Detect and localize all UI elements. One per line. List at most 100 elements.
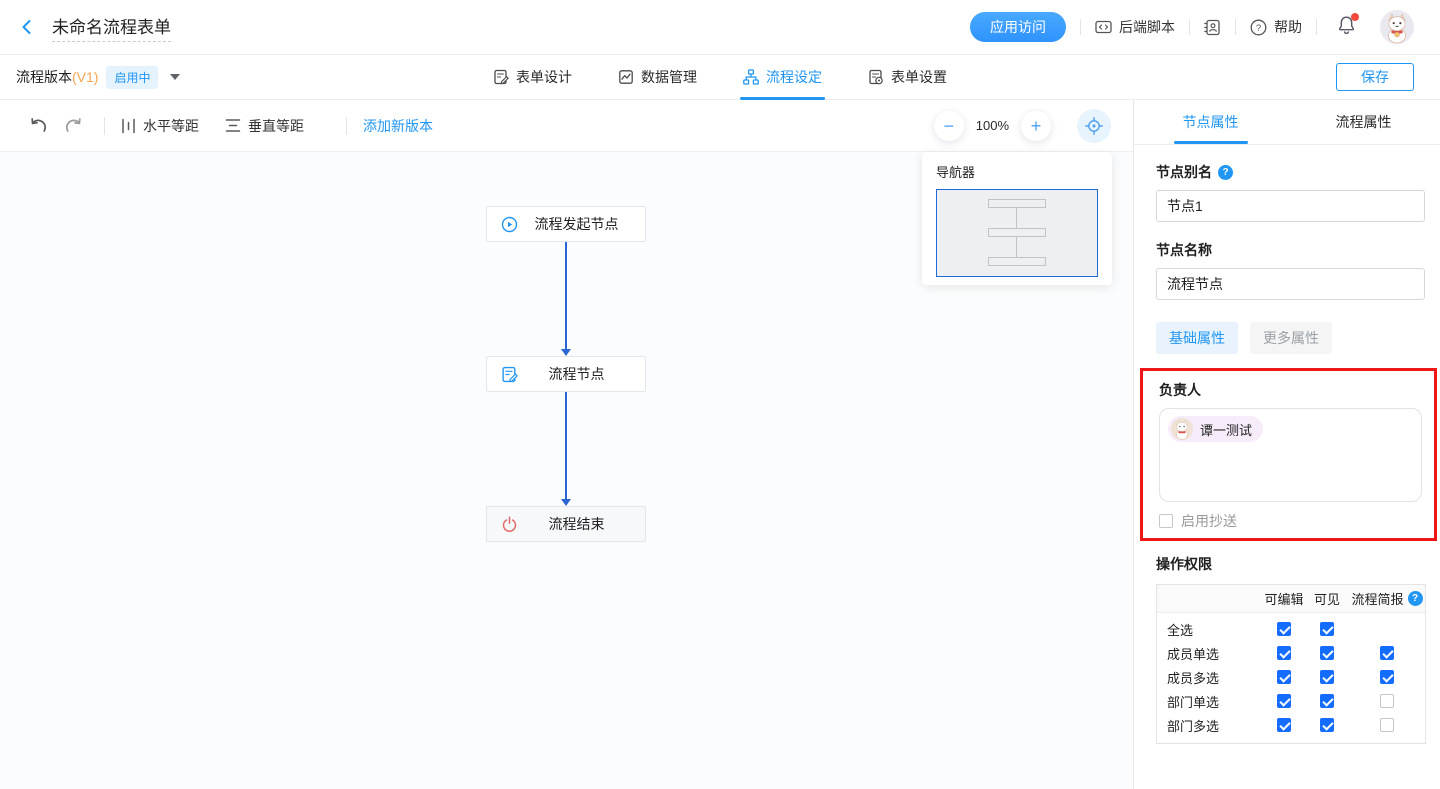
backend-script-button[interactable]: 后端脚本	[1095, 17, 1175, 37]
add-new-version-button[interactable]: 添加新版本	[363, 116, 433, 136]
permission-checkbox[interactable]	[1320, 670, 1334, 684]
permission-row: 部门多选	[1157, 713, 1425, 737]
help-icon: ?	[1250, 19, 1267, 36]
column-editable: 可编辑	[1261, 589, 1307, 608]
node-name-label: 节点名称	[1156, 240, 1425, 260]
node-flow-end[interactable]: 流程结束	[486, 506, 646, 542]
undo-button[interactable]	[24, 115, 52, 136]
back-icon[interactable]	[18, 18, 36, 36]
permission-checkbox[interactable]	[1380, 694, 1394, 708]
node-alias-label: 节点别名 ?	[1156, 162, 1425, 182]
node-label: 流程节点	[518, 364, 645, 384]
vertical-spacing-icon	[225, 118, 241, 133]
member-chip[interactable]: 谭一测试	[1168, 416, 1263, 442]
save-button[interactable]: 保存	[1336, 63, 1414, 91]
permission-checkbox[interactable]	[1320, 718, 1334, 732]
address-book-icon	[1204, 19, 1221, 36]
version-label: 流程版本(V1)	[16, 67, 98, 87]
permission-checkbox[interactable]	[1277, 694, 1291, 708]
permission-table-header: 可编辑 可见 流程简报 ?	[1157, 585, 1425, 613]
flow-report-help-icon[interactable]: ?	[1408, 591, 1423, 606]
permission-checkbox[interactable]	[1380, 718, 1394, 732]
redo-button[interactable]	[60, 115, 88, 136]
top-bar: 未命名流程表单 应用访问 后端脚本 ? 帮助	[0, 0, 1440, 55]
vertical-spacing-button[interactable]: 垂直等距	[225, 116, 304, 136]
owner-members-box[interactable]: 谭一测试	[1159, 408, 1422, 502]
app-access-button[interactable]: 应用访问	[970, 12, 1066, 42]
permission-checkbox[interactable]	[1320, 646, 1334, 660]
permission-table-body: 全选成员单选成员多选部门单选部门多选	[1157, 613, 1425, 743]
main-tabs: 表单设计 数据管理 流程设定 表单设置	[470, 55, 970, 100]
flow-connector-arrow	[565, 242, 567, 349]
permission-checkbox[interactable]	[1277, 646, 1291, 660]
permission-checkbox[interactable]	[1277, 718, 1291, 732]
tab-form-design[interactable]: 表单设计	[493, 55, 572, 100]
enable-cc-checkbox-row[interactable]: 启用抄送	[1159, 511, 1422, 531]
permission-row: 全选	[1157, 617, 1425, 641]
play-icon	[501, 216, 518, 233]
more-properties-button[interactable]: 更多属性	[1250, 322, 1332, 354]
node-name-input[interactable]	[1156, 268, 1425, 300]
divider	[1080, 19, 1081, 35]
navigator-panel: 导航器	[922, 152, 1112, 285]
data-chart-icon	[618, 69, 634, 85]
zoom-in-button[interactable]: +	[1021, 111, 1051, 141]
divider	[104, 117, 105, 135]
tab-node-properties[interactable]: 节点属性	[1134, 100, 1287, 144]
permission-checkbox[interactable]	[1380, 646, 1394, 660]
minimap-node	[988, 199, 1046, 208]
enable-cc-checkbox[interactable]	[1159, 514, 1173, 528]
divider	[346, 117, 347, 135]
user-avatar[interactable]	[1380, 10, 1414, 44]
address-book-button[interactable]	[1204, 19, 1221, 36]
zoom-level: 100%	[976, 118, 1009, 133]
horizontal-spacing-icon	[121, 118, 136, 134]
zoom-out-button[interactable]: −	[934, 111, 964, 141]
annotation-red-box: 负责人 谭一测试 启用抄送	[1140, 368, 1437, 541]
help-button[interactable]: ? 帮助	[1250, 17, 1302, 37]
notification-dot	[1351, 13, 1359, 21]
svg-text:?: ?	[1256, 22, 1261, 33]
page-title[interactable]: 未命名流程表单	[52, 13, 171, 42]
version-dropdown-caret[interactable]	[170, 74, 180, 80]
permission-checkbox[interactable]	[1277, 622, 1291, 636]
canvas-toolbar: 水平等距 垂直等距 添加新版本 − 100% +	[0, 100, 1133, 152]
tab-data-management[interactable]: 数据管理	[618, 55, 697, 100]
permission-row-label: 部门多选	[1157, 716, 1261, 735]
permission-row-label: 部门单选	[1157, 692, 1261, 711]
minimap-connector	[1016, 208, 1017, 228]
navigator-title: 导航器	[936, 162, 1098, 181]
node-label: 流程结束	[518, 514, 645, 534]
minimap-node	[988, 228, 1046, 237]
notification-bell-button[interactable]	[1337, 15, 1356, 40]
alias-help-icon[interactable]: ?	[1218, 165, 1233, 180]
node-label: 流程发起节点	[518, 214, 645, 234]
version-tabs-bar: 流程版本(V1) 启用中 表单设计 数据管理 流程设定 表单设置 保存	[0, 55, 1440, 100]
navigator-minimap[interactable]	[936, 189, 1098, 277]
properties-panel: 节点属性 流程属性 节点别名 ? 节点名称 基础属性 更多属性 负责人	[1133, 100, 1440, 789]
permission-checkbox[interactable]	[1380, 670, 1394, 684]
tab-flow-properties[interactable]: 流程属性	[1287, 100, 1440, 144]
permission-checkbox[interactable]	[1320, 694, 1334, 708]
node-flow-start[interactable]: 流程发起节点	[486, 206, 646, 242]
node-alias-input[interactable]	[1156, 190, 1425, 222]
power-icon	[501, 516, 518, 533]
flow-canvas[interactable]: 水平等距 垂直等距 添加新版本 − 100% +	[0, 100, 1133, 789]
flow-connector-arrow	[565, 392, 567, 499]
locate-button[interactable]	[1077, 109, 1111, 143]
form-design-icon	[493, 69, 509, 85]
node-flow-step[interactable]: 流程节点	[486, 356, 646, 392]
tab-form-settings[interactable]: 表单设置	[868, 55, 947, 100]
permission-row: 部门单选	[1157, 689, 1425, 713]
horizontal-spacing-button[interactable]: 水平等距	[121, 116, 199, 136]
permission-checkbox[interactable]	[1320, 622, 1334, 636]
column-visible: 可见	[1307, 589, 1347, 608]
basic-properties-button[interactable]: 基础属性	[1156, 322, 1238, 354]
doc-edit-icon	[501, 366, 518, 383]
tab-flow-setting[interactable]: 流程设定	[743, 55, 822, 100]
permission-row: 成员多选	[1157, 665, 1425, 689]
divider	[1189, 19, 1190, 35]
member-avatar	[1171, 418, 1193, 440]
permission-checkbox[interactable]	[1277, 670, 1291, 684]
minimap-connector	[1016, 237, 1017, 257]
